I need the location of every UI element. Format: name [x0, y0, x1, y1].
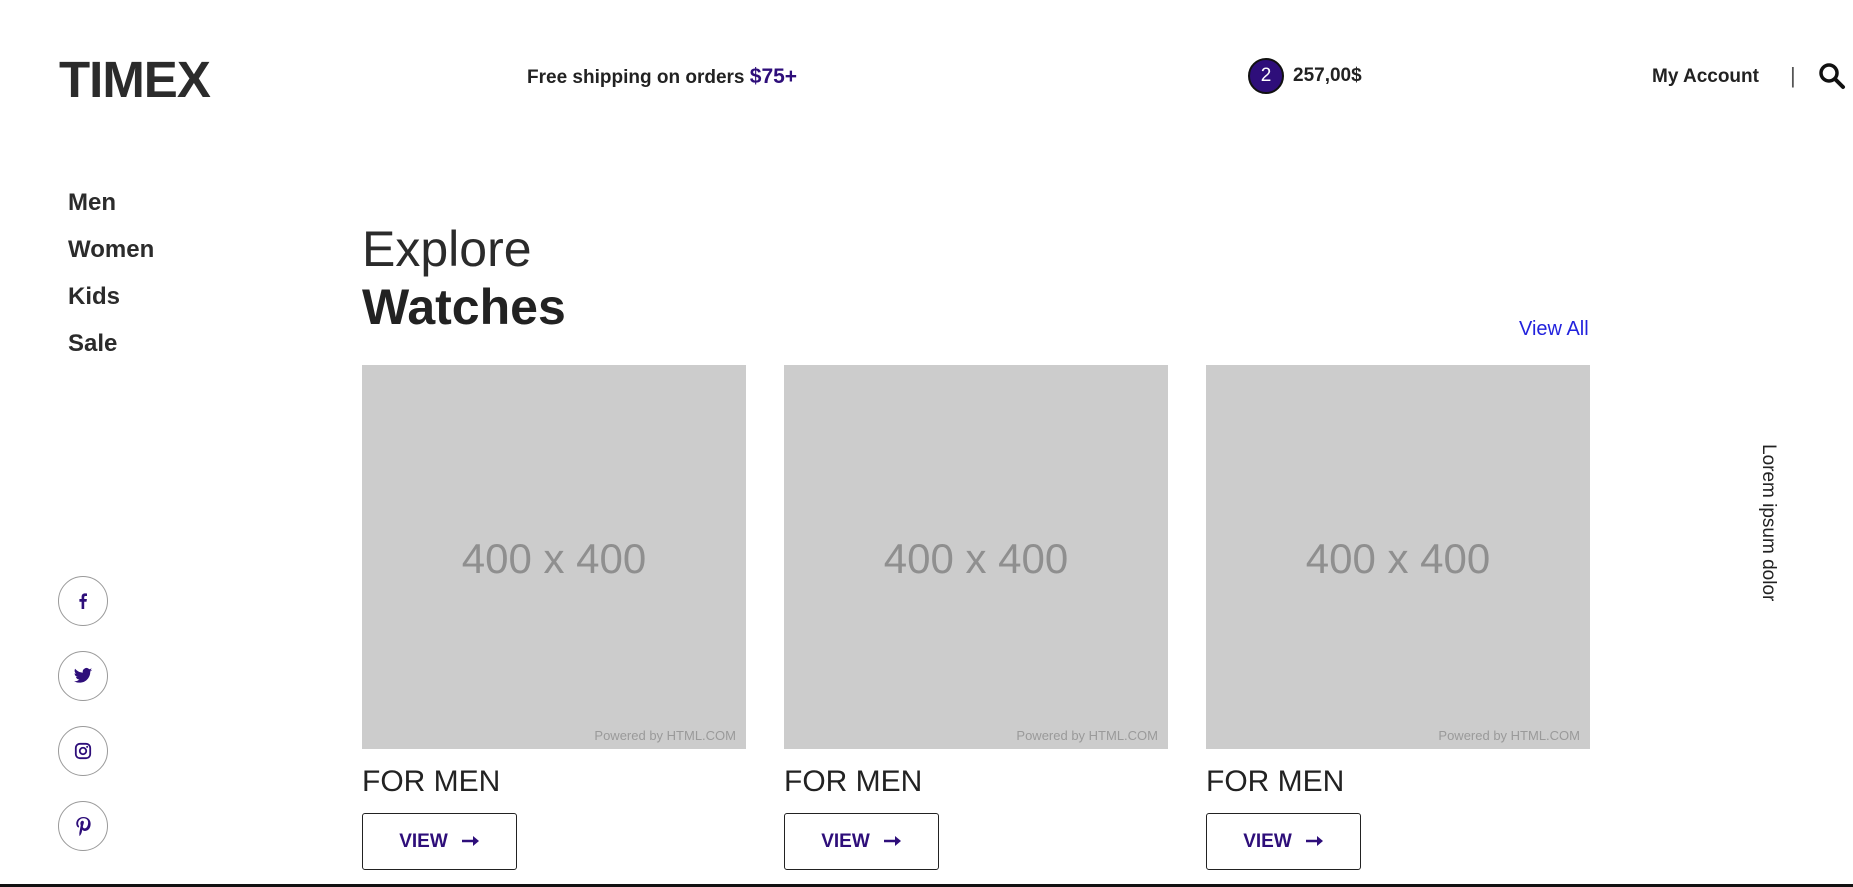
- sidebar-item-kids[interactable]: Kids: [68, 282, 154, 329]
- cart[interactable]: 2 257,00$: [1248, 58, 1362, 94]
- shipping-text: Free shipping on orders: [527, 67, 745, 88]
- logo[interactable]: TIMEX: [59, 50, 211, 109]
- twitter-icon[interactable]: [58, 651, 108, 701]
- card-title: FOR MEN: [1206, 765, 1345, 798]
- product-card: 400 x 400 Powered by HTML.COM FOR MEN VI…: [362, 365, 746, 870]
- card-title: FOR MEN: [784, 765, 923, 798]
- product-image-placeholder[interactable]: 400 x 400 Powered by HTML.COM: [1206, 365, 1590, 749]
- view-all-link[interactable]: View All: [1519, 318, 1589, 341]
- sidebar-item-women[interactable]: Women: [68, 235, 154, 282]
- vertical-side-text: Lorem ipsum dolor: [1758, 444, 1779, 602]
- placeholder-dimensions: 400 x 400: [883, 535, 1069, 582]
- product-image-placeholder[interactable]: 400 x 400 Powered by HTML.COM: [784, 365, 1168, 749]
- shipping-amount: $75+: [749, 65, 798, 88]
- product-card: 400 x 400 Powered by HTML.COM FOR MEN VI…: [1206, 365, 1590, 870]
- cart-total[interactable]: 257,00$: [1293, 65, 1362, 87]
- view-button-label: VIEW: [399, 830, 448, 852]
- arrow-right-icon: [1305, 831, 1324, 853]
- view-button[interactable]: VIEW: [784, 813, 939, 870]
- facebook-icon[interactable]: [58, 576, 108, 626]
- placeholder-dimensions: 400 x 400: [1305, 535, 1491, 582]
- product-card: 400 x 400 Powered by HTML.COM FOR MEN VI…: [784, 365, 1168, 870]
- placeholder-dimensions: 400 x 400: [461, 535, 647, 582]
- placeholder-credit: Powered by HTML.COM: [1016, 728, 1158, 743]
- cart-count-badge[interactable]: 2: [1248, 58, 1284, 94]
- section-heading: Explore Watches: [362, 220, 566, 336]
- my-account-link[interactable]: My Account: [1652, 66, 1759, 88]
- sidebar-item-sale[interactable]: Sale: [68, 329, 154, 376]
- card-title: FOR MEN: [362, 765, 501, 798]
- header-separator: |: [1790, 63, 1796, 88]
- view-button[interactable]: VIEW: [362, 813, 517, 870]
- arrow-right-icon: [461, 831, 480, 853]
- heading-watches: Watches: [362, 279, 566, 335]
- social-links: [58, 576, 108, 876]
- view-button-label: VIEW: [1243, 830, 1292, 852]
- arrow-right-icon: [883, 831, 902, 853]
- product-image-placeholder[interactable]: 400 x 400 Powered by HTML.COM: [362, 365, 746, 749]
- search-icon[interactable]: [1818, 62, 1846, 90]
- sidebar-nav: Men Women Kids Sale: [68, 188, 154, 376]
- view-button[interactable]: VIEW: [1206, 813, 1361, 870]
- heading-explore: Explore: [362, 221, 532, 277]
- instagram-icon[interactable]: [58, 726, 108, 776]
- shipping-notice: Free shipping on orders $75+: [527, 65, 797, 89]
- pinterest-icon[interactable]: [58, 801, 108, 851]
- placeholder-credit: Powered by HTML.COM: [594, 728, 736, 743]
- placeholder-credit: Powered by HTML.COM: [1438, 728, 1580, 743]
- sidebar-item-men[interactable]: Men: [68, 188, 154, 235]
- view-button-label: VIEW: [821, 830, 870, 852]
